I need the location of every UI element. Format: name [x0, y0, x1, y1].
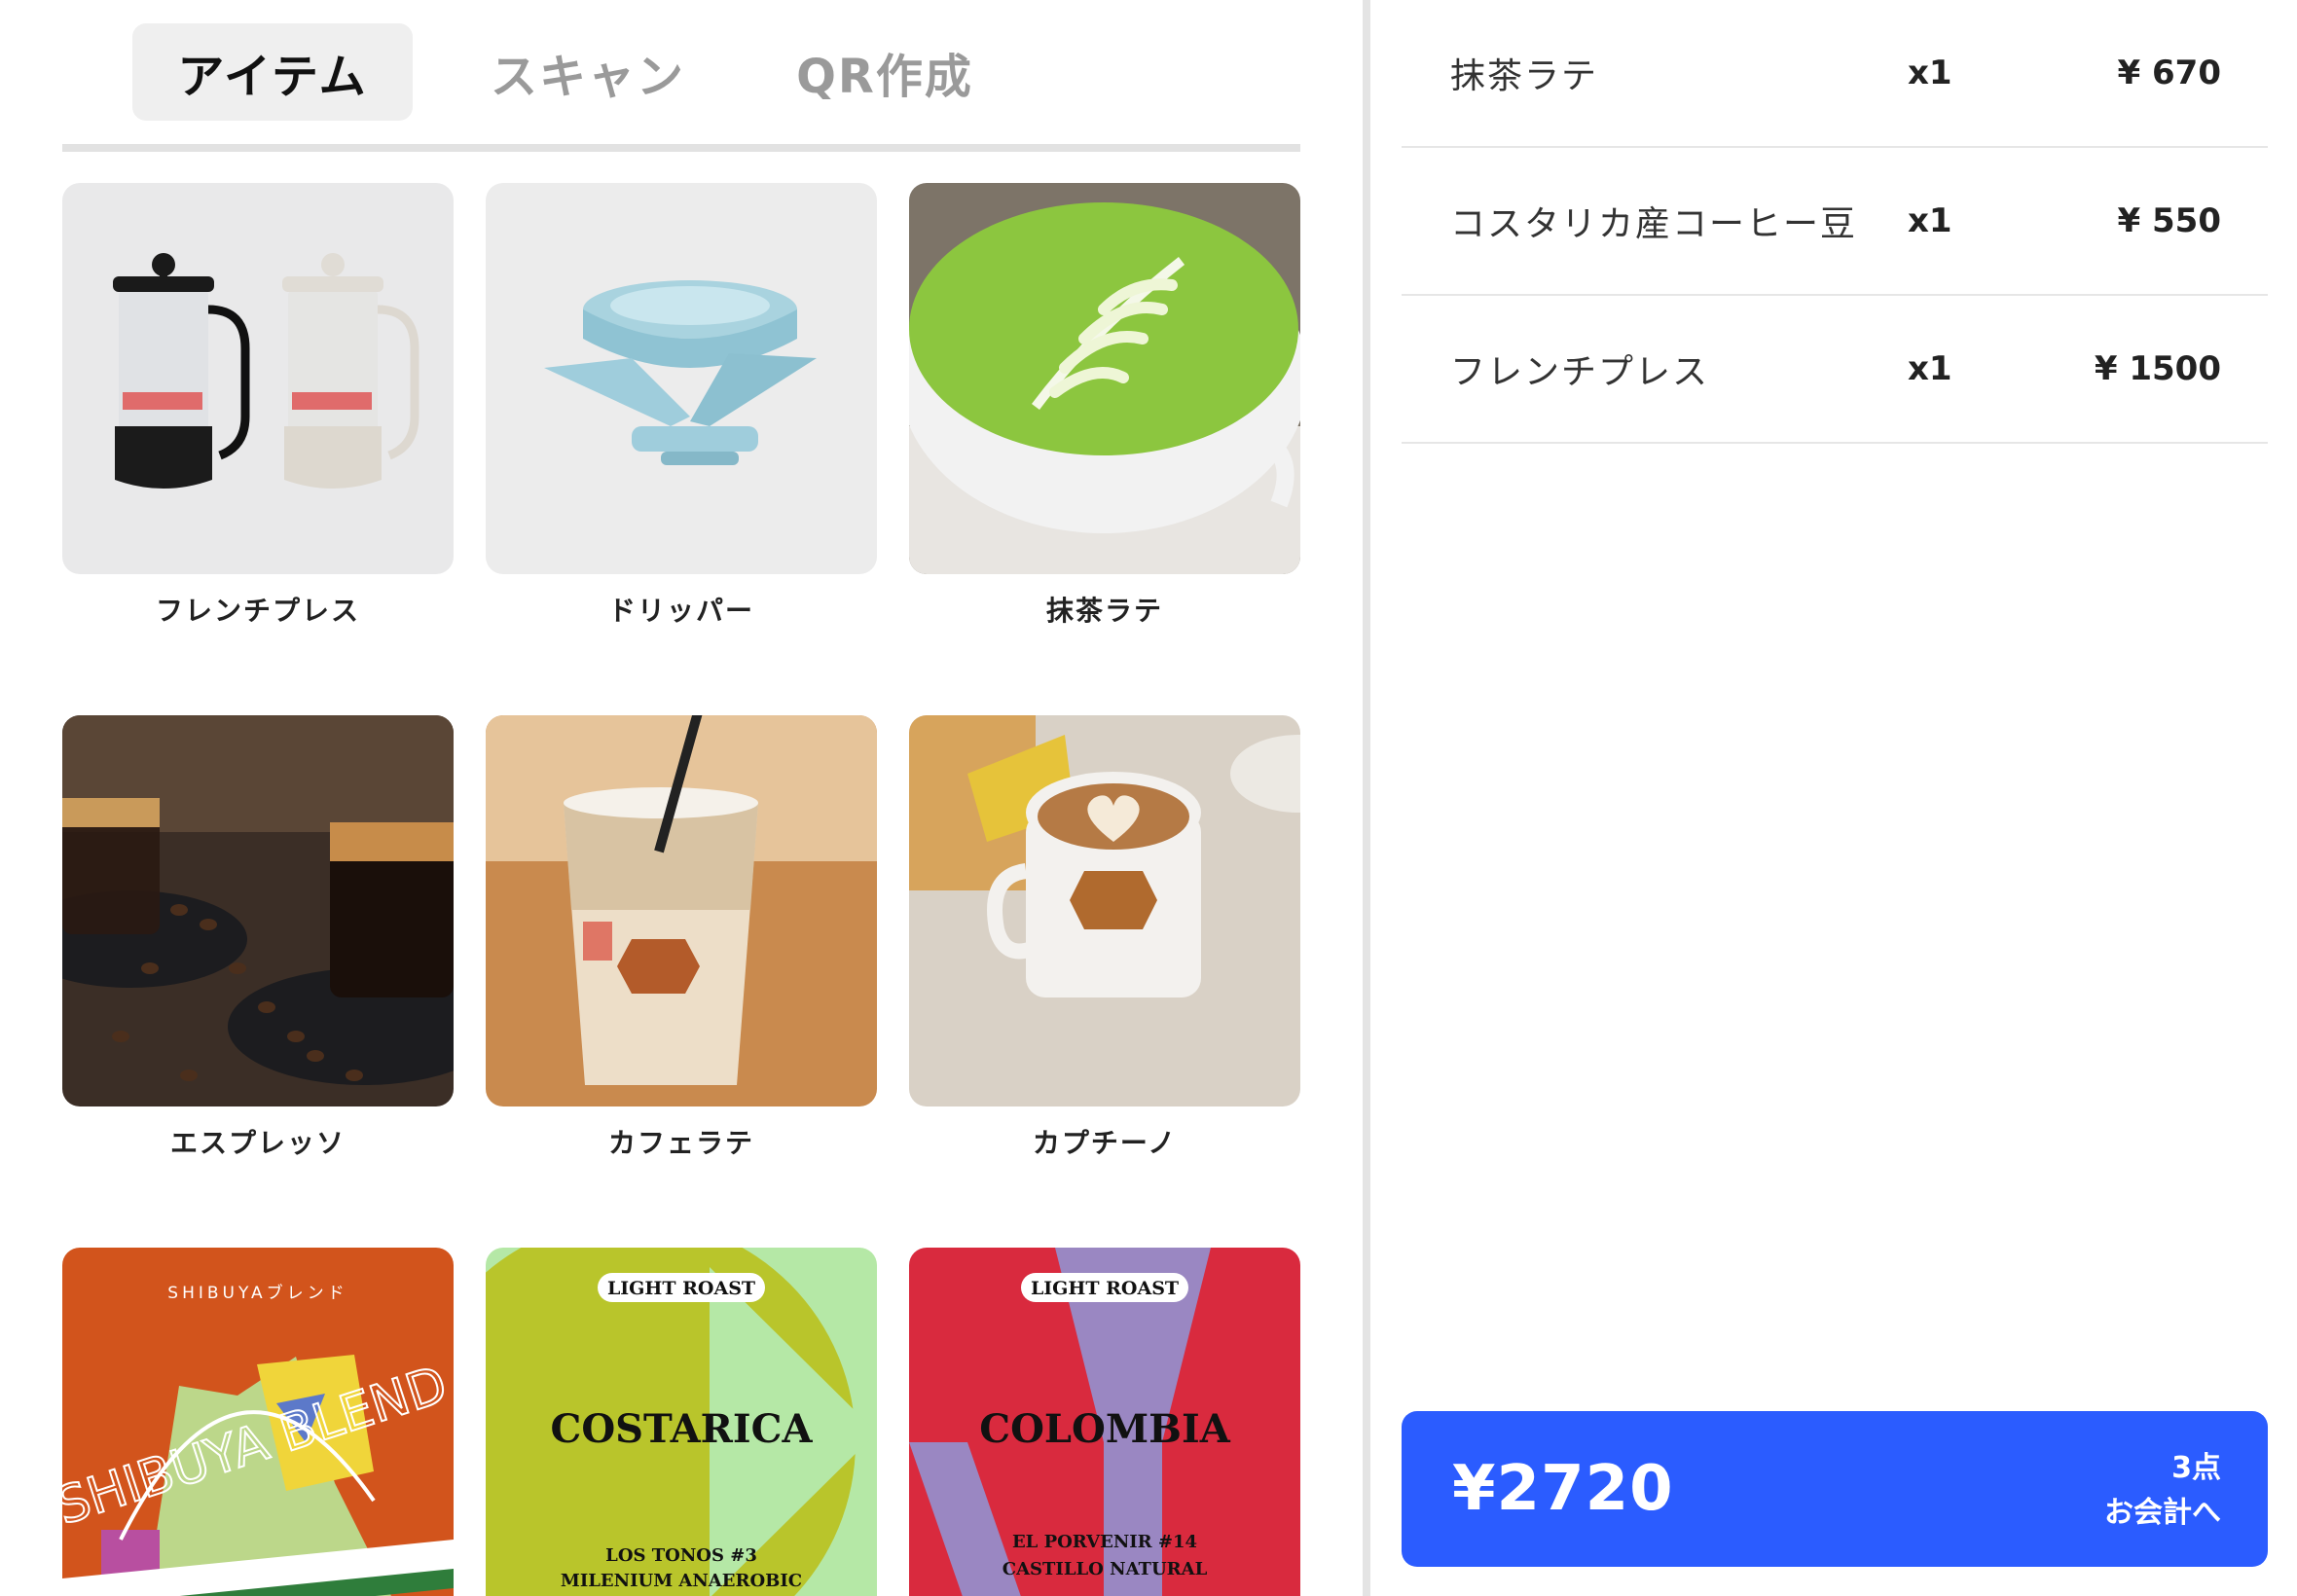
checkout-button[interactable]: ¥2720 3点 お会計へ — [1402, 1411, 2268, 1567]
tab-items[interactable]: アイテム — [132, 23, 413, 121]
pane-divider — [1363, 0, 1370, 1596]
package-brand-text: SHIBUYAブレンド — [167, 1283, 347, 1303]
catalog-pane: アイテム スキャン QR作成 フレンチプレス ドリッパー 抹茶ラテ エスプレッソ… — [0, 0, 1363, 1596]
shibuya-blend-package-image: SHIBUYAブレンド SHIBUYA BLEND — [62, 1248, 454, 1596]
cart-item-name: 抹茶ラテ — [1450, 56, 1599, 96]
product-card-shibuya-blend[interactable]: SHIBUYAブレンド SHIBUYA BLEND — [62, 1248, 454, 1596]
package-title: COLOMBIA — [979, 1406, 1230, 1452]
cart-item-qty: x1 — [1908, 349, 1952, 388]
cart-row[interactable]: コスタリカ産コーヒー豆 x1 ¥ 550 — [1402, 148, 2268, 296]
tab-bar: アイテム スキャン QR作成 — [62, 23, 1300, 152]
product-card-cappuccino[interactable]: カプチーノ — [909, 715, 1300, 1161]
tab-qr-create[interactable]: QR作成 — [744, 23, 1026, 121]
cart-pane: 抹茶ラテ x1 ¥ 670 コスタリカ産コーヒー豆 x1 ¥ 550 フレンチプ… — [1370, 0, 2297, 1596]
tab-scan[interactable]: スキャン — [452, 23, 724, 121]
product-name: エスプレッソ — [169, 1127, 346, 1159]
product-name: カプチーノ — [1032, 1127, 1178, 1159]
product-card-costarica[interactable]: LIGHT ROAST COSTARICA LOS TONOS #3 MILEN… — [486, 1248, 877, 1596]
cart-row[interactable]: フレンチプレス x1 ¥ 1500 — [1402, 296, 2268, 444]
product-card-matcha-latte[interactable]: 抹茶ラテ — [909, 183, 1300, 629]
package-badge: LIGHT ROAST — [607, 1278, 755, 1299]
dripper-image — [486, 183, 877, 574]
cart-total: ¥2720 — [1452, 1453, 1674, 1525]
iced-cafe-latte-image — [486, 715, 877, 1106]
cart-item-price: ¥ 550 — [2117, 201, 2221, 240]
product-card-cafe-latte[interactable]: カフェラテ — [486, 715, 877, 1161]
package-sub2: MILENIUM ANAEROBIC — [561, 1571, 802, 1591]
pos-app: アイテム スキャン QR作成 フレンチプレス ドリッパー 抹茶ラテ エスプレッソ… — [0, 0, 2297, 1596]
package-sub1: EL PORVENIR #14 — [1012, 1532, 1197, 1552]
product-name: ドリッパー — [607, 595, 754, 627]
tab-underline — [62, 144, 1300, 152]
package-badge: LIGHT ROAST — [1031, 1278, 1179, 1299]
package-title: COSTARICA — [550, 1406, 813, 1452]
package-sub2: CASTILLO NATURAL — [1003, 1559, 1208, 1579]
product-name: カフェラテ — [607, 1127, 754, 1159]
matcha-latte-image — [909, 183, 1300, 574]
product-card-dripper[interactable]: ドリッパー — [486, 183, 877, 629]
cart-item-name: フレンチプレス — [1450, 352, 1710, 392]
cappuccino-image — [909, 715, 1300, 1106]
product-name: フレンチプレス — [155, 595, 360, 627]
product-card-french-press[interactable]: フレンチプレス — [62, 183, 454, 629]
cart-item-qty: x1 — [1908, 201, 1952, 240]
checkout-info: 3点 お会計へ — [2104, 1446, 2221, 1536]
product-card-espresso[interactable]: エスプレッソ — [62, 715, 454, 1161]
cart-item-name: コスタリカ産コーヒー豆 — [1450, 204, 1858, 244]
cart-item-qty: x1 — [1908, 54, 1952, 92]
costarica-package-image: LIGHT ROAST COSTARICA LOS TONOS #3 MILEN… — [486, 1248, 877, 1596]
package-sub1: LOS TONOS #3 — [605, 1545, 757, 1566]
cart-item-price: ¥ 1500 — [2094, 349, 2221, 388]
checkout-label: お会計へ — [2104, 1496, 2221, 1530]
cart-item-price: ¥ 670 — [2117, 54, 2221, 92]
cart-row[interactable]: 抹茶ラテ x1 ¥ 670 — [1402, 0, 2268, 148]
product-name: 抹茶ラテ — [1045, 595, 1163, 627]
colombia-package-image: LIGHT ROAST COLOMBIA EL PORVENIR #14 CAS… — [909, 1248, 1300, 1596]
espresso-image — [62, 715, 454, 1106]
cart-count: 3点 — [2171, 1451, 2221, 1485]
product-card-colombia[interactable]: LIGHT ROAST COLOMBIA EL PORVENIR #14 CAS… — [909, 1248, 1300, 1596]
french-press-image — [62, 183, 454, 574]
